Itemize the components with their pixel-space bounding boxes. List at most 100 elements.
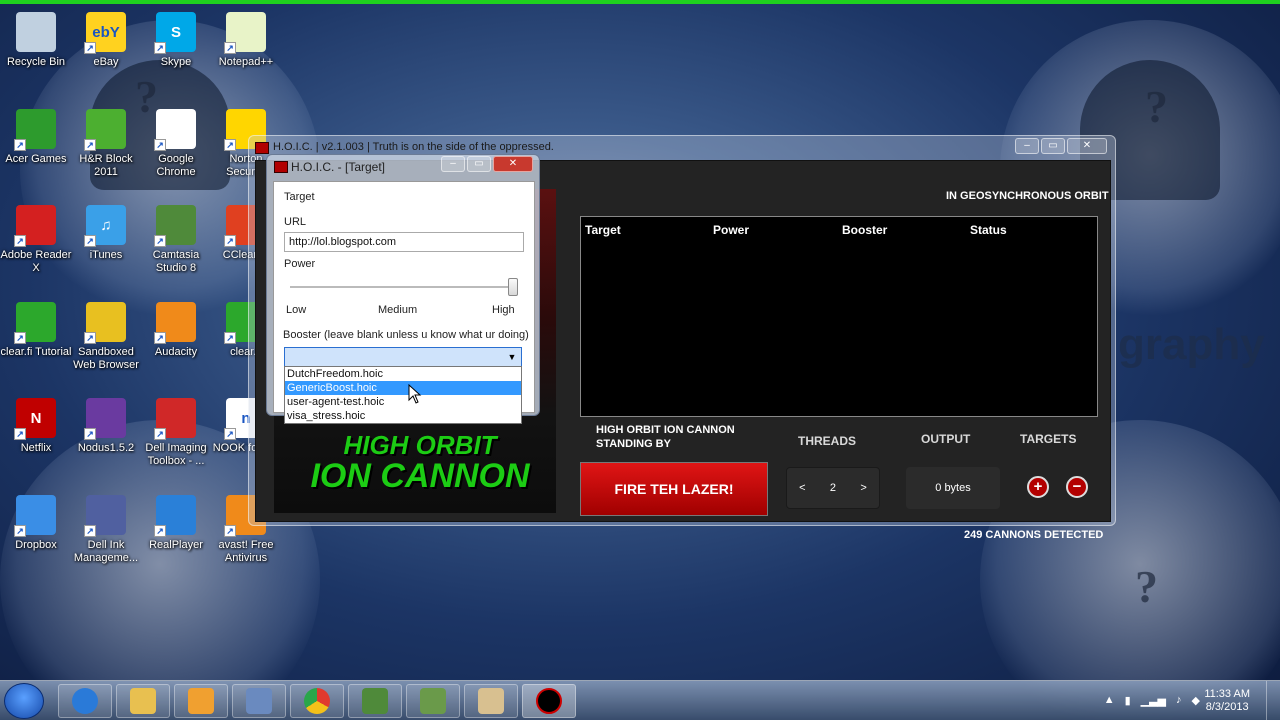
shortcut-arrow-icon: ↗ xyxy=(14,235,26,247)
desktop-app-icon: ↗ xyxy=(154,494,196,537)
threads-label: THREADS xyxy=(798,434,857,448)
desktop-icon-label: avast! Free Antivirus xyxy=(218,538,274,564)
desktop-icon[interactable]: ♫ ↗ iTunes xyxy=(70,197,142,293)
desktop-icon-label: Adobe Reader X xyxy=(0,249,72,274)
volume-icon[interactable]: ♪ xyxy=(1176,694,1182,707)
desktop-app-icon: ↗ xyxy=(154,301,196,344)
desktop-icon[interactable]: S ↗ Skype xyxy=(140,4,212,100)
shortcut-arrow-icon: ↗ xyxy=(154,428,166,440)
desktop-icon[interactable]: ↗ Nodus1.5.2 xyxy=(70,390,142,486)
desktop-icon[interactable]: ↗ H&R Block 2011 xyxy=(70,101,142,197)
booster-option[interactable]: GenericBoost.hoic xyxy=(285,381,521,395)
remove-target-button[interactable]: − xyxy=(1066,476,1088,498)
col-booster: Booster xyxy=(842,223,888,237)
desktop-icon[interactable]: ↗ Notepad++ xyxy=(210,4,282,100)
url-label: URL xyxy=(284,216,307,228)
url-input[interactable] xyxy=(284,232,524,252)
taskbar-internet-explorer[interactable] xyxy=(58,684,112,718)
close-icon[interactable]: ✕ xyxy=(1067,138,1107,154)
booster-option[interactable]: visa_stress.hoic xyxy=(285,409,521,423)
taskbar-file-explorer[interactable] xyxy=(116,684,170,718)
hoic-icon xyxy=(536,688,562,714)
taskbar: ▲ ▮ ▁▃▅ ♪ ◆ 11:33 AM 8/3/2013 xyxy=(0,680,1280,720)
desktop-icon[interactable]: ↗ Google Chrome xyxy=(140,101,212,197)
paint-icon xyxy=(478,688,504,714)
mouse-cursor-icon xyxy=(408,384,422,404)
desktop-icon[interactable]: Recycle Bin xyxy=(0,4,72,100)
taskbar-camtasia-recorder[interactable] xyxy=(406,684,460,718)
internet-explorer-icon xyxy=(72,688,98,714)
desktop-icon-label: Sandboxed Web Browser xyxy=(73,345,139,371)
desktop-icon[interactable]: N ↗ Netflix xyxy=(0,390,72,486)
tray-expand-icon[interactable]: ▲ xyxy=(1104,694,1115,707)
desktop-icon[interactable]: ↗ Dell Imaging Toolbox - ... xyxy=(140,390,212,486)
shortcut-arrow-icon: ↗ xyxy=(14,428,26,440)
taskbar-hoic[interactable] xyxy=(522,684,576,718)
power-slider-track[interactable] xyxy=(290,286,518,288)
dialog-minimize-icon[interactable]: – xyxy=(441,156,465,172)
standby-line-2: STANDING BY xyxy=(596,438,671,450)
desktop-icon-label: Recycle Bin xyxy=(6,56,66,68)
threads-increase-button[interactable]: > xyxy=(860,482,866,494)
taskbar-paint[interactable] xyxy=(464,684,518,718)
taskbar-clock[interactable]: 11:33 AM 8/3/2013 xyxy=(1204,688,1250,714)
desktop-icon-label: iTunes xyxy=(89,249,123,261)
targets-label: TARGETS xyxy=(1020,432,1077,446)
desktop-icon-label: Dropbox xyxy=(15,538,57,551)
desktop-icon[interactable]: ↗ Audacity xyxy=(140,294,212,390)
chevron-down-icon[interactable]: ▼ xyxy=(506,351,518,363)
desktop-icon[interactable]: ↗ Camtasia Studio 8 xyxy=(140,197,212,293)
booster-label: Booster (leave blank unless u know what … xyxy=(283,329,529,341)
show-desktop-button[interactable] xyxy=(1266,681,1280,720)
battery-icon[interactable]: ▮ xyxy=(1125,694,1131,707)
dialog-logo-icon xyxy=(274,161,288,173)
shortcut-arrow-icon: ↗ xyxy=(84,42,96,54)
standby-status: HIGH ORBIT ION CANNON STANDING BY xyxy=(596,423,735,451)
recorder-icon xyxy=(420,688,446,714)
shortcut-arrow-icon: ↗ xyxy=(224,138,236,151)
minimize-icon[interactable]: – xyxy=(1015,138,1039,154)
desktop-app-icon xyxy=(16,12,56,52)
desktop-icon[interactable]: ↗ Acer Games xyxy=(0,101,72,197)
maximize-icon[interactable]: ▭ xyxy=(1041,138,1065,154)
taskbar-camtasia[interactable] xyxy=(348,684,402,718)
hoic-window-controls: – ▭ ✕ xyxy=(1015,138,1107,154)
chrome-icon xyxy=(304,688,330,714)
desktop-icon-label: eBay xyxy=(93,56,119,68)
desktop-app-icon: N ↗ xyxy=(14,398,56,440)
target-group-label: Target xyxy=(284,191,315,203)
dialog-close-icon[interactable]: ✕ xyxy=(493,156,533,172)
network-icon[interactable]: ▁▃▅ xyxy=(1141,694,1166,707)
desktop-icon[interactable]: ↗ Dropbox xyxy=(0,487,72,583)
targets-table[interactable]: Target Power Booster Status xyxy=(580,216,1098,417)
desktop-app-icon: ↗ xyxy=(14,108,56,151)
booster-option[interactable]: DutchFreedom.hoic xyxy=(285,367,521,381)
booster-option[interactable]: user-agent-test.hoic xyxy=(285,395,521,409)
start-button[interactable] xyxy=(4,683,44,719)
shortcut-arrow-icon: ↗ xyxy=(84,524,96,537)
desktop-icon[interactable]: ebY ↗ eBay xyxy=(70,4,142,100)
taskbar-chrome[interactable] xyxy=(290,684,344,718)
add-target-button[interactable]: + xyxy=(1027,476,1049,498)
col-status: Status xyxy=(970,223,1007,237)
power-medium-label: Medium xyxy=(378,304,418,316)
shortcut-arrow-icon: ↗ xyxy=(14,524,26,537)
threads-decrease-button[interactable]: < xyxy=(799,482,805,494)
dropbox-tray-icon[interactable]: ◆ xyxy=(1192,694,1200,707)
power-slider-thumb[interactable] xyxy=(508,278,518,296)
clock-time: 11:33 AM xyxy=(1204,688,1250,700)
dialog-maximize-icon[interactable]: ▭ xyxy=(467,156,491,172)
desktop-icon[interactable]: ↗ Adobe Reader X xyxy=(0,197,72,293)
taskbar-media-player[interactable] xyxy=(174,684,228,718)
desktop-icon[interactable]: ↗ clear.fi Tutorial xyxy=(0,294,72,390)
taskbar-app-4[interactable] xyxy=(232,684,286,718)
booster-select[interactable]: ▼ xyxy=(284,347,522,367)
desktop-icon[interactable]: ↗ RealPlayer xyxy=(140,487,212,583)
fire-lazer-button[interactable]: FIRE TEH LAZER! xyxy=(580,462,768,516)
shortcut-arrow-icon: ↗ xyxy=(224,331,236,344)
desktop-app-icon: ↗ xyxy=(84,398,126,440)
shortcut-arrow-icon: ↗ xyxy=(224,524,236,537)
desktop-icon[interactable]: ↗ Sandboxed Web Browser xyxy=(70,294,142,390)
desktop-icon[interactable]: ↗ Dell Ink Manageme... xyxy=(70,487,142,583)
shortcut-arrow-icon: ↗ xyxy=(224,428,236,440)
